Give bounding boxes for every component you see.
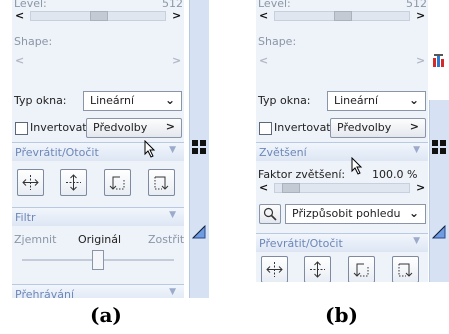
presets-label: Předvolby xyxy=(93,121,148,134)
sharpen-right-label: Zostřit xyxy=(148,233,184,246)
level-scroll-right-arrow-icon[interactable]: > xyxy=(416,10,425,21)
rotate-right-button[interactable] xyxy=(392,256,419,282)
flip-horizontal-icon xyxy=(22,175,39,190)
presets-label: Předvolby xyxy=(337,121,392,134)
flip-horizontal-button[interactable] xyxy=(17,169,44,196)
fit-view-select[interactable]: Přizpůsobit pohledu ⌄ xyxy=(285,204,426,224)
chevron-down-icon: ⌄ xyxy=(408,206,419,220)
rotate-right-button[interactable] xyxy=(148,169,175,196)
rotate-left-button[interactable] xyxy=(348,256,375,282)
chevron-right-icon: > xyxy=(409,120,419,133)
chevron-down-icon: ⌄ xyxy=(164,93,175,107)
window-type-select[interactable]: Lineární ⌄ xyxy=(83,91,182,111)
shape-scroll-left-arrow-icon: < xyxy=(259,54,269,67)
flip-vertical-button[interactable] xyxy=(304,256,331,282)
zoom-factor-label: Faktor zvětšení: xyxy=(258,168,346,181)
caption-b: (b) xyxy=(325,303,358,327)
caption-a: (a) xyxy=(90,303,122,327)
panel-a: Level: 512 < > Shape: < > Typ okna: Line… xyxy=(12,0,184,298)
flip-rotate-section-header[interactable]: Převrátit/Otočit ▼ xyxy=(256,233,428,252)
shape-label: Shape: xyxy=(14,35,53,48)
zoom-scroll-left-arrow-icon[interactable]: < xyxy=(259,182,268,193)
level-scrollbar-thumb[interactable] xyxy=(334,11,352,21)
filter-section-title: Filtr xyxy=(15,211,36,224)
zoom-section-title: Zvětšení xyxy=(259,146,307,159)
layout-grid-icon[interactable] xyxy=(432,140,446,157)
collapse-chevron-icon: ▼ xyxy=(169,145,176,155)
collapse-chevron-icon: ▼ xyxy=(413,145,420,155)
flip-vertical-icon xyxy=(66,174,81,191)
collapse-chevron-icon: ▼ xyxy=(169,210,176,220)
zoom-factor-value: 100.0 % xyxy=(372,168,418,181)
browse-section-header[interactable]: Přehrávání ▼ xyxy=(12,284,184,298)
chevron-down-icon: ⌄ xyxy=(408,93,419,107)
layout-grid-icon[interactable] xyxy=(192,140,206,157)
sharpen-left-label: Zjemnit xyxy=(14,233,57,246)
flip-horizontal-icon xyxy=(266,262,283,277)
flip-vertical-icon xyxy=(310,261,325,278)
chevron-right-icon: > xyxy=(165,120,175,133)
invert-label: Invertovat xyxy=(30,121,87,134)
invert-checkbox[interactable] xyxy=(15,122,28,135)
zoom-scrollbar-thumb[interactable] xyxy=(282,183,300,193)
flip-rotate-section-header[interactable]: Převrátit/Otočit ▼ xyxy=(12,142,184,161)
zoom-section-header[interactable]: Zvětšení ▼ xyxy=(256,142,428,161)
measure-icon[interactable] xyxy=(191,224,206,242)
window-type-label: Typ okna: xyxy=(14,94,67,107)
level-scroll-right-arrow-icon[interactable]: > xyxy=(172,10,181,21)
level-scroll-left-arrow-icon[interactable]: < xyxy=(259,10,268,21)
browse-section-title: Přehrávání xyxy=(15,288,75,298)
invert-label: Invertovat xyxy=(274,121,331,134)
shape-label: Shape: xyxy=(258,35,297,48)
rotate-left-button[interactable] xyxy=(104,169,131,196)
window-type-select[interactable]: Lineární ⌄ xyxy=(327,91,426,111)
collapse-chevron-icon: ▼ xyxy=(413,236,420,246)
level-scroll-left-arrow-icon[interactable]: < xyxy=(15,10,24,21)
rotate-left-icon xyxy=(109,176,125,190)
original-label: Originál xyxy=(78,233,122,246)
flip-horizontal-button[interactable] xyxy=(261,256,288,282)
rotate-right-icon xyxy=(154,176,169,190)
window-type-label: Typ okna: xyxy=(258,94,311,107)
rotate-left-icon xyxy=(353,263,369,277)
rotate-right-icon xyxy=(398,263,413,277)
invert-checkbox[interactable] xyxy=(259,122,272,135)
presets-button[interactable]: Předvolby > xyxy=(86,118,182,138)
shape-scroll-left-arrow-icon: < xyxy=(15,54,25,67)
panel-b: Level: 512 < > Shape: < > Typ okna: Line… xyxy=(256,0,428,282)
side-strip-b xyxy=(429,100,449,282)
window-type-value: Lineární xyxy=(90,94,135,107)
flip-rotate-section-title: Převrátit/Otočit xyxy=(259,237,343,250)
window-type-value: Lineární xyxy=(334,94,379,107)
filter-section-header[interactable]: Filtr ▼ xyxy=(12,207,184,226)
level-scrollbar-thumb[interactable] xyxy=(90,11,108,21)
zoom-scroll-right-arrow-icon[interactable]: > xyxy=(416,182,425,193)
measure-icon[interactable] xyxy=(431,224,446,242)
presets-button[interactable]: Předvolby > xyxy=(330,118,426,138)
zoom-tool-button[interactable] xyxy=(259,204,281,224)
magnifier-icon xyxy=(263,207,277,221)
fit-view-value: Přizpůsobit pohledu xyxy=(292,207,401,220)
shape-scroll-right-arrow-icon: > xyxy=(416,54,426,67)
flip-vertical-button[interactable] xyxy=(60,169,87,196)
sharpen-slider-thumb[interactable] xyxy=(92,250,104,270)
mouse-cursor-icon xyxy=(351,157,363,175)
color-tools-icon[interactable] xyxy=(432,53,446,71)
flip-rotate-section-title: Převrátit/Otočit xyxy=(15,146,99,159)
mouse-cursor-icon xyxy=(144,140,156,158)
collapse-chevron-icon: ▼ xyxy=(169,287,176,297)
shape-scroll-right-arrow-icon: > xyxy=(172,54,182,67)
